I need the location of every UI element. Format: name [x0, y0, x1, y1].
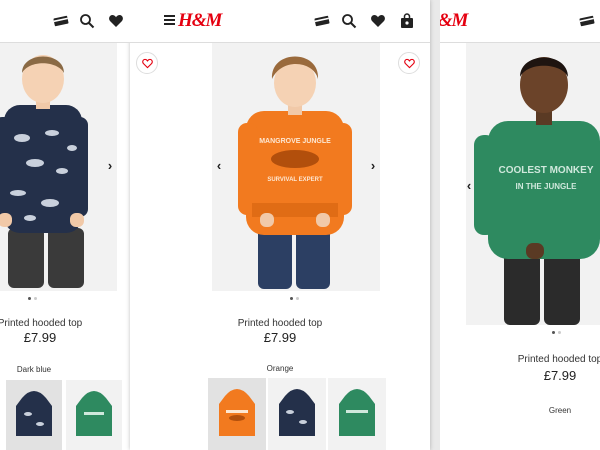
hm-logo[interactable]: H&M: [440, 10, 468, 32]
add-to-favourites-button[interactable]: [398, 52, 420, 74]
app-header: H&M: [130, 0, 430, 43]
selected-color-label: Green: [548, 406, 572, 415]
hoodie-print-line-2: SURVIVAL EXPERT: [267, 177, 323, 183]
carousel-dots: [552, 331, 561, 334]
child-model-illustration: MANGROVE JUNGLE SURVIVAL EXPERT: [238, 56, 352, 289]
shopping-bag-icon[interactable]: [398, 12, 416, 30]
carousel-dots: [28, 297, 37, 300]
product-photo[interactable]: MANGROVE JUNGLE SURVIVAL EXPERT: [212, 43, 380, 291]
carousel-dots: [290, 297, 299, 300]
product-price: £7.99: [263, 330, 297, 345]
product-panel-dark-blue: › Printed hooded top £7.99 Dark blue: [0, 0, 130, 450]
product-name: Printed hooded top: [237, 318, 323, 329]
color-swatch-dark-blue[interactable]: [268, 378, 326, 450]
heart-icon[interactable]: [369, 12, 387, 30]
credit-card-icon[interactable]: [313, 12, 331, 30]
search-icon[interactable]: [340, 12, 358, 30]
product-name: Printed hooded top: [0, 318, 83, 329]
hoodie-print-line-1: MANGROVE JUNGLE: [259, 138, 331, 145]
product-price: £7.99: [543, 368, 577, 383]
selected-color-label: Orange: [266, 364, 294, 373]
color-swatch-orange[interactable]: [208, 378, 266, 450]
color-swatch-dark-blue[interactable]: [6, 380, 62, 450]
hoodie-print-line-2: IN THE JUNGLE: [516, 182, 578, 191]
product-photo[interactable]: [0, 43, 117, 291]
previous-image-arrow[interactable]: ‹: [212, 155, 226, 175]
color-swatch-green[interactable]: [66, 380, 122, 450]
previous-image-arrow[interactable]: ‹: [462, 175, 476, 195]
product-panel-orange: H&M MANGROVE JUNGLE SURVIVAL EXPERT ‹ › …: [130, 0, 430, 450]
hm-logo[interactable]: H&M: [178, 10, 222, 32]
app-header: [0, 0, 130, 43]
selected-color-label: Dark blue: [16, 365, 52, 374]
app-header: H&M: [440, 0, 600, 43]
color-swatch-green[interactable]: [328, 378, 386, 450]
next-image-arrow[interactable]: ›: [103, 155, 117, 175]
product-photo[interactable]: COOLEST MONKEY IN THE JUNGLE: [466, 43, 600, 325]
product-name: Printed hooded top: [517, 354, 600, 365]
child-model-illustration: [0, 55, 88, 288]
heart-icon[interactable]: [107, 12, 125, 30]
credit-card-icon[interactable]: [578, 12, 596, 30]
menu-icon[interactable]: [164, 15, 175, 25]
add-to-favourites-button[interactable]: [136, 52, 158, 74]
hoodie-print-line-1: COOLEST MONKEY: [498, 165, 593, 176]
search-icon[interactable]: [78, 12, 96, 30]
product-panel-green: H&M COOLEST MONKEY IN THE JUNGLE ‹ Print…: [440, 0, 600, 450]
next-image-arrow[interactable]: ›: [366, 155, 380, 175]
product-price: £7.99: [23, 330, 57, 345]
child-model-illustration: COOLEST MONKEY IN THE JUNGLE: [474, 57, 600, 325]
credit-card-icon[interactable]: [52, 12, 70, 30]
